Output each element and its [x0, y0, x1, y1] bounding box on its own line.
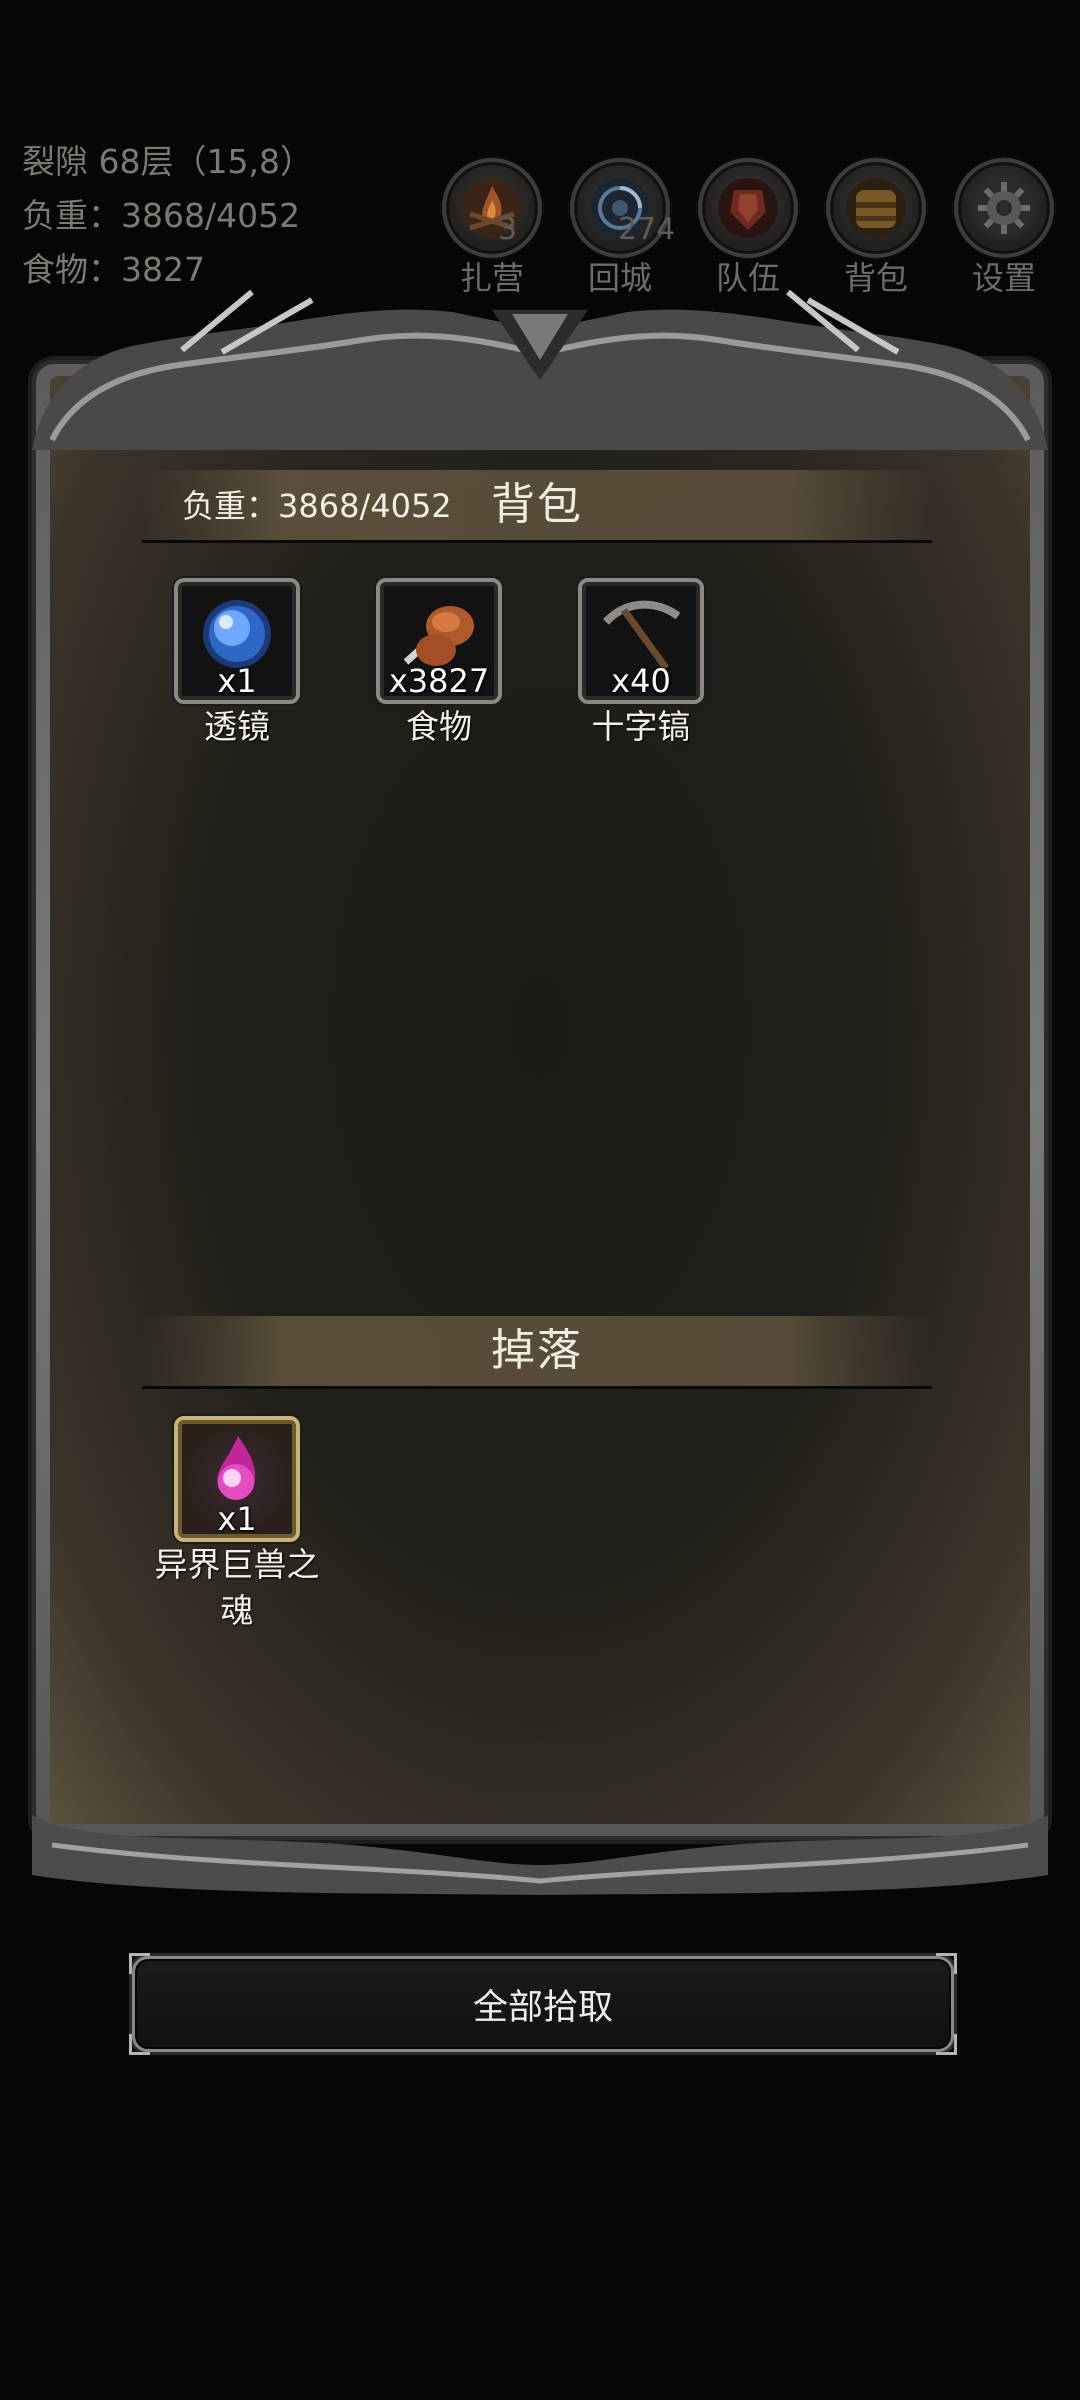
status-panel: 裂隙 68层（15,8） 负重：3868/4052 食物：3827: [22, 140, 313, 292]
top-nav: 3 扎营 274 回城 队伍 背包 设置: [442, 158, 1062, 296]
pickup-all-button[interactable]: 全部拾取: [129, 1953, 957, 2055]
item-quantity: x1: [217, 662, 257, 700]
pickup-all-label: 全部拾取: [472, 1987, 613, 2028]
item-name: 十字镐: [591, 707, 691, 746]
backpack-item-pickaxe[interactable]: x40 十字镐: [556, 578, 726, 750]
backpack-item-lens[interactable]: x1 透镜: [152, 578, 322, 750]
team-button[interactable]: 队伍: [698, 158, 798, 296]
gear-icon: [974, 178, 1034, 238]
campfire-icon: [462, 178, 522, 238]
team-icon: [718, 178, 778, 238]
return-town-badge: 274: [618, 212, 676, 247]
backpack-section-header: 负重：3868/4052 背包: [142, 470, 932, 543]
item-quantity: x1: [217, 1500, 257, 1538]
drops-title: 掉落: [491, 1325, 583, 1376]
backpack-title: 背包: [491, 479, 583, 530]
item-name: 食物: [406, 707, 472, 746]
food-count-text: 食物：3827: [22, 250, 205, 289]
camp-button[interactable]: 3 扎营: [442, 158, 542, 296]
carry-weight-text: 负重：3868/4052: [22, 196, 301, 235]
backpack-item-food[interactable]: x3827 食物: [354, 578, 524, 750]
inventory-frame: 负重：3868/4052 背包 x1 透镜 x3827 食物 x40 十字镐 掉…: [32, 290, 1048, 1900]
backpack-button[interactable]: 背包: [826, 158, 926, 296]
drop-item-beast-soul[interactable]: x1 异界巨兽之魂: [142, 1416, 332, 1634]
drops-section-header: 掉落: [142, 1316, 932, 1389]
frame-crest-bottom: [32, 1815, 1048, 1895]
settings-button[interactable]: 设置: [954, 158, 1054, 296]
item-quantity: x3827: [388, 662, 490, 700]
item-name: 透镜: [204, 707, 270, 746]
item-name: 异界巨兽之魂: [154, 1545, 320, 1630]
frame-crest-top: [32, 290, 1048, 450]
location-text: 裂隙 68层（15,8）: [22, 142, 313, 181]
item-quantity: x40: [611, 662, 671, 700]
camp-badge: 3: [498, 212, 518, 247]
backpack-icon: [846, 178, 906, 238]
loot-screen: 裂隙 68层（15,8） 负重：3868/4052 食物：3827 3 扎营 2…: [0, 0, 1080, 2400]
return-town-button[interactable]: 274 回城: [570, 158, 675, 296]
